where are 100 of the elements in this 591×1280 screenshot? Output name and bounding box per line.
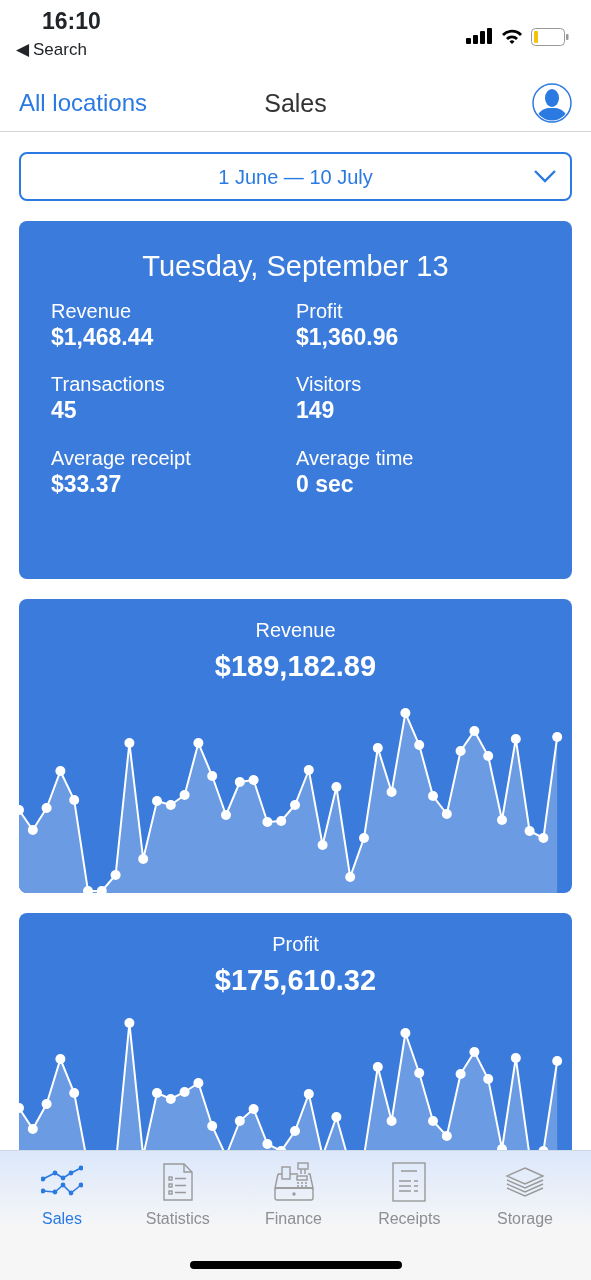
page-title: Sales <box>264 88 327 119</box>
chart-total: $189,182.89 <box>213 649 378 684</box>
chart-point <box>552 731 563 742</box>
layers-icon <box>505 1166 545 1198</box>
stat-label: Visitors <box>296 372 363 397</box>
chart-point <box>165 799 176 810</box>
stat-label: Revenue <box>51 298 133 323</box>
chart-point <box>538 1146 549 1150</box>
chart-title: Profit <box>271 931 320 957</box>
chart-point <box>483 750 494 761</box>
chart-point <box>510 1053 521 1063</box>
chart-point <box>221 809 231 820</box>
tab-item[interactable]: Statistics <box>125 1161 230 1231</box>
chart-point <box>152 1088 162 1098</box>
stat-value: 45 <box>51 396 78 426</box>
chart-point <box>193 1078 204 1088</box>
chart-point <box>41 802 52 813</box>
chart-point <box>193 737 204 748</box>
chart-point <box>179 1087 190 1097</box>
chart-point <box>27 1124 38 1134</box>
chart-point <box>455 745 466 756</box>
chart-point <box>179 789 190 800</box>
chart-point <box>27 824 38 835</box>
chart-point <box>262 1139 273 1149</box>
all-locations-link[interactable]: All locations <box>19 84 148 121</box>
chart-point <box>441 1131 452 1141</box>
chart-point <box>248 1104 259 1114</box>
clock: 16:10 <box>41 10 101 33</box>
chart-point <box>524 825 535 836</box>
stat-value: 0 sec <box>296 470 355 500</box>
chart-point <box>124 1018 135 1028</box>
chart-point <box>234 1116 245 1126</box>
chart-point <box>497 814 507 825</box>
chart-point <box>317 839 328 850</box>
chart-point <box>414 1068 425 1078</box>
tab-item[interactable]: Finance <box>241 1161 346 1231</box>
chart-point <box>428 1116 438 1126</box>
stat-value: $1,468.44 <box>51 322 155 352</box>
chart-point <box>386 786 397 797</box>
stat-value: 149 <box>296 396 336 426</box>
chart-point <box>83 885 93 893</box>
stat-label: Average receipt <box>51 446 192 471</box>
chart-point <box>276 1146 287 1150</box>
chart-point <box>331 1112 342 1122</box>
summary-date: Tuesday, September 13 <box>141 249 450 284</box>
chart-point <box>469 1047 480 1057</box>
back-arrow-icon[interactable]: ◀ <box>16 41 29 58</box>
chart-point <box>345 871 356 882</box>
tab-item[interactable]: Receipts <box>357 1161 462 1231</box>
chart-point <box>469 725 480 736</box>
chart-point <box>248 774 259 785</box>
tab-item[interactable]: Sales <box>10 1161 114 1231</box>
chart-point <box>55 1054 66 1064</box>
stat-value: $33.37 <box>51 470 123 500</box>
profile-icon[interactable] <box>532 82 572 123</box>
chart-point <box>428 790 438 801</box>
chart-point <box>359 832 369 843</box>
tab-item[interactable]: Storage <box>473 1161 577 1231</box>
chart-point <box>414 739 425 750</box>
chart-point <box>400 707 411 718</box>
document-list-icon <box>162 1163 193 1201</box>
chart-point <box>110 869 121 880</box>
signal-icon <box>466 28 493 44</box>
stat-label: Profit <box>296 298 344 323</box>
chart-point <box>55 765 66 776</box>
chevron-down-icon <box>534 170 556 183</box>
chart-point <box>69 794 80 805</box>
chart-point <box>138 853 149 864</box>
chart-point <box>290 1126 300 1136</box>
chart-point <box>510 733 521 744</box>
receipt-icon <box>392 1162 427 1202</box>
chart-point <box>303 764 314 775</box>
stat-value: $1,360.96 <box>296 322 400 352</box>
back-link[interactable]: Search <box>33 41 87 58</box>
chart-point <box>234 776 245 787</box>
chart-point <box>372 1062 383 1072</box>
chart-point <box>552 1056 563 1066</box>
chart-point <box>538 832 549 843</box>
chart-point <box>483 1074 494 1084</box>
date-range-selector[interactable]: 1 June — 10 July <box>19 152 572 201</box>
battery-icon <box>531 28 569 46</box>
chart-point <box>19 804 24 815</box>
stat-label: Transactions <box>51 372 166 397</box>
wifi-icon <box>501 28 523 44</box>
chart-point <box>276 815 287 826</box>
chart-point <box>152 795 162 806</box>
chart-point <box>19 1103 24 1113</box>
chart-point <box>372 742 383 753</box>
chart-point <box>124 737 135 748</box>
chart-point <box>69 1088 80 1098</box>
cash-register-icon <box>273 1162 314 1202</box>
chart-point <box>455 1069 466 1079</box>
chart-point <box>207 770 218 781</box>
chart-point <box>441 808 452 819</box>
chart-point <box>262 816 273 827</box>
chart-point <box>96 885 107 893</box>
chart-point <box>165 1094 176 1104</box>
chart-point <box>290 799 300 810</box>
chart-point <box>41 1099 52 1109</box>
chart-point <box>497 1144 507 1150</box>
